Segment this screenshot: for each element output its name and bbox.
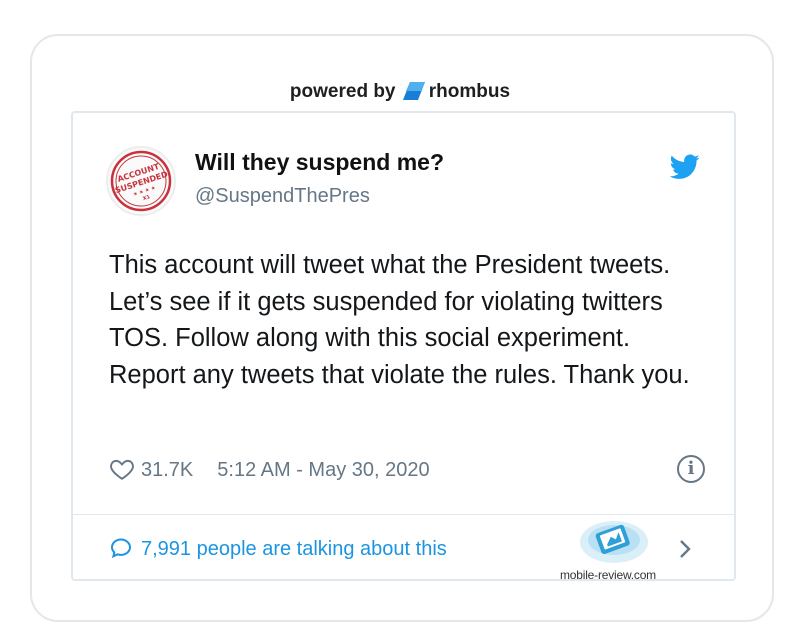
powered-by-prefix: powered by bbox=[289, 81, 396, 102]
tweet-timestamp[interactable]: 5:12 AM - May 30, 2020 bbox=[217, 459, 429, 481]
info-icon[interactable]: i bbox=[677, 455, 705, 483]
watermark-text: mobile-review.com bbox=[560, 568, 656, 582]
display-name[interactable]: Will they suspend me? bbox=[195, 149, 444, 176]
account-suspended-stamp-icon: ACCOUNT SUSPENDED ★ ★ ★ ★ X1 bbox=[110, 150, 172, 212]
rhombus-logo-icon bbox=[402, 82, 425, 107]
user-handle[interactable]: @SuspendThePres bbox=[195, 185, 370, 208]
heart-icon[interactable] bbox=[109, 456, 135, 482]
talking-about-link[interactable]: 7,991 people are talking about this bbox=[109, 533, 447, 565]
speech-bubble-icon bbox=[109, 536, 133, 560]
chevron-right-icon[interactable] bbox=[677, 538, 693, 560]
powered-by-line[interactable]: powered by rhombus bbox=[0, 80, 800, 107]
powered-by-brand: rhombus bbox=[428, 81, 511, 102]
tweet-meta: 31.7K 5:12 AM - May 30, 2020 i bbox=[109, 455, 705, 485]
svg-text:X1: X1 bbox=[142, 194, 151, 202]
avatar[interactable]: ACCOUNT SUSPENDED ★ ★ ★ ★ X1 bbox=[106, 146, 176, 216]
like-count[interactable]: 31.7K bbox=[141, 459, 193, 481]
talking-count-text: 7,991 people are talking about this bbox=[141, 538, 447, 560]
twitter-bird-icon[interactable] bbox=[669, 154, 700, 180]
tweet-card[interactable]: ACCOUNT SUSPENDED ★ ★ ★ ★ X1 Will they s… bbox=[71, 111, 736, 581]
tweet-text: This account will tweet what the Preside… bbox=[109, 251, 690, 389]
